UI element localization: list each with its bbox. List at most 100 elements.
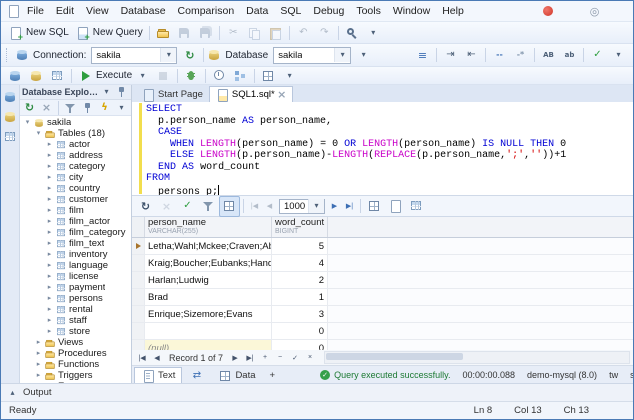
- tab-text[interactable]: Text: [134, 367, 183, 383]
- menu-item-view[interactable]: View: [80, 3, 115, 19]
- tree-item-tables-18[interactable]: Tables (18): [20, 128, 131, 139]
- refresh-explorer-button[interactable]: [21, 100, 38, 115]
- collapse-icon[interactable]: [34, 130, 43, 137]
- expand-icon[interactable]: [45, 196, 54, 203]
- rail-database-button[interactable]: [2, 108, 19, 125]
- new-database-button[interactable]: [26, 65, 47, 86]
- query-profiler-button[interactable]: [209, 65, 230, 86]
- tree-item-procedures[interactable]: Procedures: [20, 348, 131, 359]
- tree-item-country[interactable]: country: [20, 183, 131, 194]
- expand-icon[interactable]: [45, 229, 54, 236]
- column-header-word-count[interactable]: word_count BIGINT: [272, 217, 328, 237]
- cell-person-name[interactable]: Enrique;Sizemore;Evans: [145, 306, 272, 322]
- chevron-down-icon[interactable]: [135, 69, 150, 83]
- toolbar-overflow-button[interactable]: [363, 22, 384, 43]
- toolbar-overflow-button[interactable]: [279, 65, 300, 86]
- table-row[interactable]: Letha;Wahl;Mckee;Craven;Abney5: [132, 238, 633, 255]
- cell-word-count[interactable]: 4: [272, 255, 328, 271]
- expand-icon[interactable]: [45, 185, 54, 192]
- record-icon[interactable]: [543, 6, 553, 16]
- tree-item-address[interactable]: address: [20, 150, 131, 161]
- expand-icon[interactable]: [45, 207, 54, 214]
- tree-item-rental[interactable]: rental: [20, 304, 131, 315]
- last-record-button[interactable]: ▶|: [243, 354, 257, 362]
- cell-person-name[interactable]: [145, 323, 272, 339]
- results-layout-button[interactable]: [258, 65, 279, 86]
- tab-swap[interactable]: [182, 367, 211, 383]
- menu-item-help[interactable]: Help: [436, 3, 470, 19]
- stop-button[interactable]: [153, 65, 174, 86]
- card-view-button[interactable]: [385, 196, 406, 217]
- connection-combo[interactable]: sakila: [91, 46, 178, 64]
- expand-icon[interactable]: [45, 240, 54, 247]
- chevron-down-icon[interactable]: [308, 199, 324, 213]
- expand-icon[interactable]: [45, 141, 54, 148]
- new-connection-button[interactable]: [5, 65, 26, 86]
- menu-item-database[interactable]: Database: [115, 3, 172, 19]
- pin-button[interactable]: [79, 100, 96, 115]
- tree-item-city[interactable]: city: [20, 172, 131, 183]
- cell-word-count[interactable]: 0: [272, 323, 328, 339]
- comment-button[interactable]: [489, 45, 510, 66]
- tab-data[interactable]: Data: [211, 367, 262, 383]
- uncomment-button[interactable]: [510, 45, 531, 66]
- tree-item-staff[interactable]: staff: [20, 315, 131, 326]
- menu-item-comparison[interactable]: Comparison: [172, 3, 241, 19]
- cell-word-count[interactable]: 3: [272, 306, 328, 322]
- filter-data-button[interactable]: [198, 196, 219, 217]
- prev-record-button[interactable]: ◀: [150, 354, 164, 362]
- open-file-button[interactable]: [153, 22, 174, 43]
- cell-word-count[interactable]: 1: [272, 289, 328, 305]
- first-page-button[interactable]: |◀: [247, 202, 262, 210]
- cell-person-name[interactable]: Letha;Wahl;Mckee;Craven;Abney: [145, 238, 272, 254]
- chevron-up-icon[interactable]: [5, 386, 20, 400]
- save-button[interactable]: [174, 22, 195, 43]
- horizontal-scrollbar[interactable]: [324, 351, 630, 364]
- connection-overflow-button[interactable]: [353, 45, 374, 66]
- debug-button[interactable]: [181, 65, 202, 86]
- first-record-button[interactable]: |◀: [135, 354, 149, 362]
- apply-changes-button[interactable]: [177, 196, 198, 217]
- expand-icon[interactable]: [45, 328, 54, 335]
- sql-editor[interactable]: SELECT p.person_name AS person_name, CAS…: [132, 102, 633, 196]
- tree-item-inventory[interactable]: inventory: [20, 249, 131, 260]
- find-button[interactable]: [342, 22, 363, 43]
- tree-item-language[interactable]: language: [20, 260, 131, 271]
- expand-icon[interactable]: [45, 273, 54, 280]
- tree-item-film-actor[interactable]: film_actor: [20, 216, 131, 227]
- tree-item-persons[interactable]: persons: [20, 293, 131, 304]
- table-row[interactable]: Enrique;Sizemore;Evans 3: [132, 306, 633, 323]
- expand-icon[interactable]: [34, 350, 43, 357]
- menu-item-file[interactable]: File: [21, 3, 50, 19]
- expand-icon[interactable]: [34, 372, 43, 379]
- delete-record-button[interactable]: −: [273, 354, 287, 361]
- generate-script-button[interactable]: [96, 100, 113, 115]
- column-header-person-name[interactable]: person_name VARCHAR(255): [145, 217, 272, 237]
- toolbar-overflow-button[interactable]: [608, 45, 629, 66]
- cell-person-name[interactable]: Brad: [145, 289, 272, 305]
- cancel-edit-button[interactable]: ×: [303, 354, 317, 361]
- explorer-menu-icon[interactable]: [99, 85, 114, 99]
- expand-icon[interactable]: [45, 306, 54, 313]
- tab-start-page[interactable]: Start Page: [135, 86, 209, 102]
- cell-person-name[interactable]: Kraig;Boucher;Eubanks;Hand: [145, 255, 272, 271]
- filter-objects-button[interactable]: [62, 100, 79, 115]
- cell-person-name[interactable]: Harlan;Ludwig: [145, 272, 272, 288]
- table-row[interactable]: 0: [132, 323, 633, 340]
- explorer-overflow-button[interactable]: [113, 100, 130, 115]
- table-row[interactable]: Kraig;Boucher;Eubanks;Hand 4: [132, 255, 633, 272]
- cell-word-count[interactable]: 2: [272, 272, 328, 288]
- tree-item-film-category[interactable]: film_category: [20, 227, 131, 238]
- chevron-down-icon[interactable]: [160, 48, 177, 62]
- pin-icon[interactable]: [114, 85, 129, 99]
- append-record-button[interactable]: +: [258, 354, 272, 361]
- rail-schema-button[interactable]: [2, 128, 19, 145]
- validate-button[interactable]: [587, 45, 608, 66]
- expand-icon[interactable]: [45, 163, 54, 170]
- expand-icon[interactable]: [45, 152, 54, 159]
- save-all-button[interactable]: [195, 22, 216, 43]
- tree-item-license[interactable]: license: [20, 271, 131, 282]
- post-edit-button[interactable]: ✓: [288, 354, 302, 362]
- menu-item-data[interactable]: Data: [240, 3, 274, 19]
- collapse-icon[interactable]: [23, 119, 32, 126]
